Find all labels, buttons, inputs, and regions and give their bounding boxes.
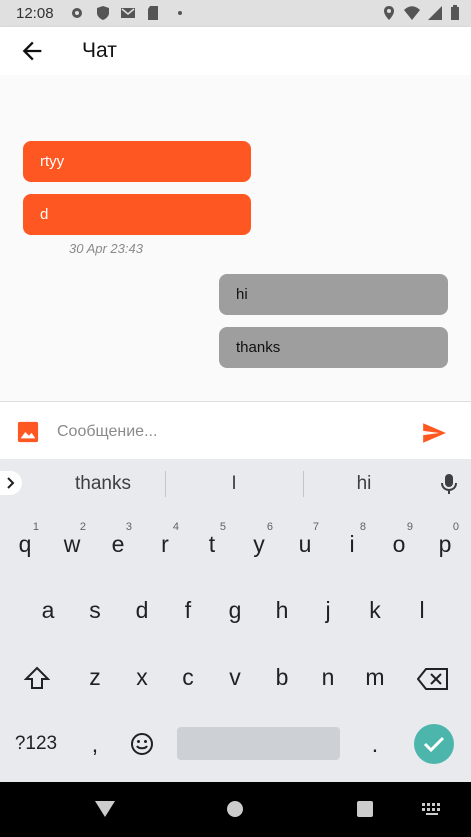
key-label: p: [438, 531, 452, 557]
nav-recents-icon[interactable]: [356, 800, 374, 818]
key-hint: 1: [32, 521, 39, 533]
settings-icon: [72, 8, 82, 18]
nav-back-icon[interactable]: [94, 800, 116, 818]
key-comma[interactable]: ,: [75, 731, 115, 758]
dot-icon: [178, 11, 182, 15]
sd-card-icon: [148, 6, 158, 20]
key-h[interactable]: h: [262, 597, 302, 624]
key-label: q: [18, 531, 32, 557]
key-hint: 2: [79, 521, 86, 533]
key-hint: 7: [312, 521, 319, 533]
key-label: i: [349, 531, 355, 557]
key-w[interactable]: 2w: [52, 521, 92, 558]
app-bar: Чат: [0, 27, 471, 75]
incoming-message[interactable]: hi: [219, 274, 448, 315]
page-title: Чат: [82, 39, 117, 62]
key-label: w: [63, 531, 81, 557]
image-attach-icon[interactable]: [17, 421, 39, 443]
key-y[interactable]: 6y: [239, 521, 279, 558]
back-arrow-icon[interactable]: [18, 37, 46, 65]
system-nav-bar: [0, 782, 471, 837]
key-j[interactable]: j: [308, 597, 348, 624]
suggestion-item[interactable]: hi: [314, 473, 414, 495]
key-m[interactable]: m: [355, 664, 395, 691]
key-hint: 3: [125, 521, 132, 533]
key-hint: 0: [452, 521, 459, 533]
shield-icon: [97, 6, 109, 20]
key-o[interactable]: 9o: [379, 521, 419, 558]
key-z[interactable]: z: [75, 664, 115, 691]
key-i[interactable]: 8i: [332, 521, 372, 558]
key-hint: 8: [359, 521, 366, 533]
emoji-icon[interactable]: [130, 732, 154, 756]
key-e[interactable]: 3e: [98, 521, 138, 558]
nav-home-icon[interactable]: [225, 799, 245, 819]
chevron-right-icon: [7, 477, 15, 489]
message-timestamp: 30 Apr 23:43: [69, 241, 143, 256]
key-q[interactable]: 1q: [5, 521, 45, 558]
soft-keyboard: thanks I hi 1q 2w 3e 4r 5t 6y 7u 8i 9o 0…: [0, 459, 471, 782]
symbols-key[interactable]: ?123: [10, 733, 62, 755]
chat-messages: rtyy d 30 Apr 23:43 hi thanks: [0, 75, 471, 401]
key-hint: 5: [219, 521, 226, 533]
location-icon: [384, 6, 394, 20]
key-r[interactable]: 4r: [145, 521, 185, 558]
key-p[interactable]: 0p: [425, 521, 465, 558]
status-bar: 12:08: [0, 0, 471, 27]
key-g[interactable]: g: [215, 597, 255, 624]
status-time: 12:08: [16, 5, 54, 22]
key-x[interactable]: x: [122, 664, 162, 691]
mail-icon: [121, 8, 135, 18]
key-label: t: [208, 531, 216, 557]
battery-icon: [451, 5, 459, 20]
key-c[interactable]: c: [168, 664, 208, 691]
key-label: o: [392, 531, 406, 557]
suggestion-item[interactable]: thanks: [53, 473, 153, 495]
key-period[interactable]: .: [355, 731, 395, 758]
key-d[interactable]: d: [122, 597, 162, 624]
checkmark-icon: [423, 736, 445, 753]
key-label: r: [161, 531, 169, 557]
done-button[interactable]: [414, 724, 454, 764]
key-u[interactable]: 7u: [285, 521, 325, 558]
key-v[interactable]: v: [215, 664, 255, 691]
spacebar[interactable]: [177, 727, 340, 760]
key-n[interactable]: n: [308, 664, 348, 691]
key-label: e: [111, 531, 125, 557]
key-hint: 4: [172, 521, 179, 533]
wifi-icon: [404, 6, 420, 20]
backspace-icon[interactable]: [417, 667, 449, 691]
expand-button[interactable]: [0, 471, 22, 495]
message-composer: [0, 401, 471, 460]
key-a[interactable]: a: [28, 597, 68, 624]
microphone-icon[interactable]: [440, 473, 458, 495]
keyboard-switch-icon[interactable]: [421, 802, 443, 816]
suggestion-item[interactable]: I: [184, 473, 284, 495]
suggestion-divider: [165, 471, 166, 497]
send-icon[interactable]: [420, 420, 448, 446]
key-s[interactable]: s: [75, 597, 115, 624]
suggestion-strip: thanks I hi: [0, 459, 471, 509]
suggestion-divider: [303, 471, 304, 497]
shift-icon[interactable]: [24, 665, 50, 691]
key-t[interactable]: 5t: [192, 521, 232, 558]
signal-icon: [428, 6, 442, 20]
key-label: y: [253, 531, 265, 557]
key-b[interactable]: b: [262, 664, 302, 691]
key-l[interactable]: l: [402, 597, 442, 624]
message-input[interactable]: [57, 420, 397, 444]
outgoing-message[interactable]: d: [23, 194, 251, 235]
key-hint: 6: [266, 521, 273, 533]
key-k[interactable]: k: [355, 597, 395, 624]
incoming-message[interactable]: thanks: [219, 327, 448, 368]
outgoing-message[interactable]: rtyy: [23, 141, 251, 182]
key-label: u: [298, 531, 312, 557]
key-hint: 9: [406, 521, 413, 533]
key-f[interactable]: f: [168, 597, 208, 624]
